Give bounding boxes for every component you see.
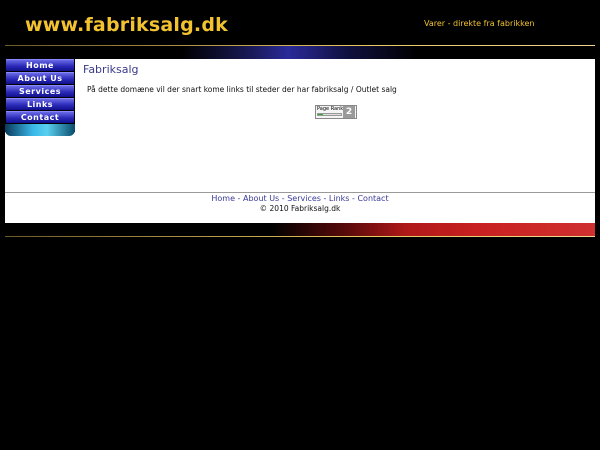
footer-separator: -	[279, 194, 288, 203]
footer-link-services[interactable]: Services	[287, 194, 321, 203]
copyright-text: © 2010 Fabriksalg.dk	[259, 204, 341, 213]
main-content: Fabriksalg På dette domæne vil der snart…	[83, 63, 588, 119]
intro-text: På dette domæne vil der snart kome links…	[87, 85, 397, 94]
site-header: www.fabriksalg.dk Varer - direkte fra fa…	[0, 0, 600, 46]
bottom-divider	[5, 236, 595, 237]
pagerank-bar-fill	[318, 114, 323, 115]
footer-link-home[interactable]: Home	[211, 194, 235, 203]
content-panel: Home About Us Services Links Contact Fab…	[5, 59, 595, 223]
sidebar-item-links[interactable]: Links	[6, 98, 74, 110]
sidebar-item-about-us[interactable]: About Us	[6, 72, 74, 84]
page-title: Fabriksalg	[83, 63, 139, 76]
footer-links: Home - About Us - Services - Links - Con…	[5, 194, 595, 203]
pagerank-value: 2	[343, 106, 355, 118]
bottom-gradient-band	[5, 223, 595, 236]
top-gradient-band	[5, 46, 595, 59]
site-title[interactable]: www.fabriksalg.dk	[25, 14, 228, 36]
pagerank-bar	[317, 113, 342, 116]
footer-separator: -	[320, 194, 329, 203]
pagerank-label: Page Rank	[317, 106, 344, 112]
footer-divider	[5, 192, 595, 193]
site-tagline: Varer - direkte fra fabrikken	[424, 19, 535, 28]
footer-link-links[interactable]: Links	[329, 194, 350, 203]
sidebar-item-home[interactable]: Home	[6, 59, 74, 71]
footer-link-about-us[interactable]: About Us	[243, 194, 279, 203]
sidebar-nav: Home About Us Services Links Contact	[5, 59, 75, 136]
sidebar-item-services[interactable]: Services	[6, 85, 74, 97]
pagerank-left: Page Rank	[316, 106, 343, 118]
sidebar-glow-decoration	[5, 124, 75, 136]
footer-link-contact[interactable]: Contact	[357, 194, 388, 203]
footer-separator: -	[235, 194, 243, 203]
sidebar-item-contact[interactable]: Contact	[6, 111, 74, 123]
pagerank-badge[interactable]: Page Rank 2	[315, 105, 357, 119]
